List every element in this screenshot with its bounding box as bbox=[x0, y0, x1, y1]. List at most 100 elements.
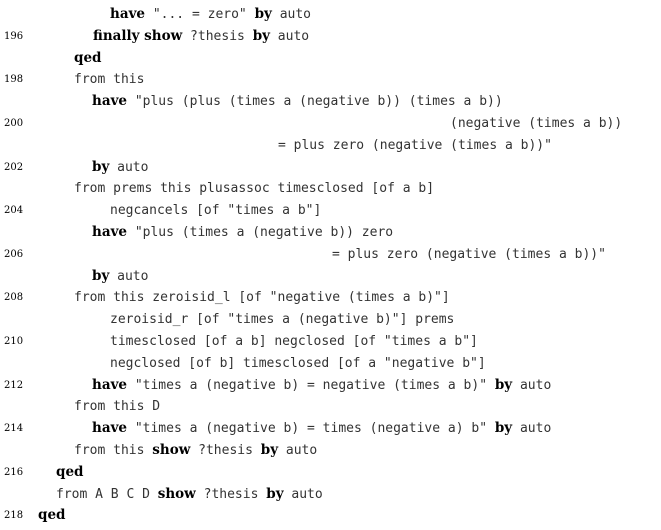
keyword: by bbox=[92, 267, 110, 284]
keyword: qed bbox=[74, 49, 102, 66]
code-token: "... = zero" bbox=[145, 7, 255, 22]
code-token: auto bbox=[512, 377, 552, 393]
code-token: = plus zero (negative (times a b))" bbox=[278, 137, 552, 153]
code-line: 212 have "times a (negative b) = negative… bbox=[0, 375, 661, 397]
keyword: qed bbox=[38, 507, 66, 524]
code-line: from this D bbox=[0, 396, 661, 418]
keyword: by bbox=[260, 441, 279, 458]
line-number: 206 bbox=[4, 248, 24, 260]
keyword: by bbox=[252, 27, 270, 44]
line-number: 214 bbox=[4, 423, 24, 435]
keyword: have bbox=[92, 420, 127, 437]
code-text: zeroisid_r [of "times a (negative b)"] p… bbox=[110, 309, 454, 331]
code-line: by auto bbox=[0, 266, 661, 288]
code-line: 196 finally show ?thesis by auto bbox=[0, 26, 661, 48]
code-line: = plus zero (negative (times a b))" bbox=[0, 135, 661, 157]
code-text: (negative (times a b)) bbox=[450, 113, 622, 135]
code-token: timesclosed [of a b] negclosed [of "time… bbox=[110, 333, 478, 349]
code-line: 210 timesclosed [of a b] negclosed [of "t… bbox=[0, 331, 661, 353]
code-text: qed bbox=[74, 48, 101, 70]
code-token: auto bbox=[283, 486, 323, 502]
code-text: by auto bbox=[92, 157, 148, 179]
line-number: 208 bbox=[4, 292, 24, 304]
code-token: "times a (negative b) = negative (times … bbox=[127, 377, 495, 393]
keyword: show bbox=[152, 441, 191, 458]
code-token: auto bbox=[271, 7, 312, 22]
code-token: negcancels [of "times a b"] bbox=[110, 203, 322, 219]
code-text: from this zeroisid_l [of "negative (time… bbox=[74, 287, 450, 309]
code-line: 214 have "times a (negative b) = times (n… bbox=[0, 418, 661, 440]
code-token: from this bbox=[74, 72, 145, 88]
code-line: 218 qed bbox=[0, 505, 661, 527]
code-text: have "... = zero" by auto bbox=[110, 4, 311, 26]
keyword: have bbox=[92, 376, 127, 393]
code-text: have "times a (negative b) = negative (t… bbox=[92, 375, 551, 397]
keyword: by bbox=[254, 6, 272, 22]
code-token: zeroisid_r [of "times a (negative b)"] p… bbox=[110, 312, 455, 328]
code-line: have "plus (plus (times a (negative b)) … bbox=[0, 91, 661, 113]
code-text: have "times a (negative b) = times (nega… bbox=[92, 418, 551, 440]
code-token: from prems this plusassoc timesclosed [o… bbox=[74, 181, 435, 197]
keyword: have bbox=[110, 6, 145, 22]
code-text: by auto bbox=[92, 266, 148, 288]
code-line: 206 = plus zero (negative (times a b))" bbox=[0, 244, 661, 266]
code-line: from this show ?thesis by auto bbox=[0, 440, 661, 462]
code-token: auto bbox=[512, 421, 552, 437]
code-line: have "plus (times a (negative b)) zero bbox=[0, 222, 661, 244]
code-token: ?thesis bbox=[182, 28, 253, 44]
code-line: from A B C D show ?thesis by auto bbox=[0, 484, 661, 506]
code-token: "plus (times a (negative b)) zero bbox=[127, 224, 394, 240]
code-token: ?thesis bbox=[190, 442, 261, 458]
code-line: from prems this plusassoc timesclosed [o… bbox=[0, 178, 661, 200]
code-token: auto bbox=[109, 159, 149, 175]
code-line: 198 from this bbox=[0, 69, 661, 91]
code-token: negclosed [of b] timesclosed [of a "nega… bbox=[110, 355, 486, 371]
code-token: from this D bbox=[74, 399, 161, 415]
code-token: from A B C D bbox=[56, 486, 158, 502]
code-line: negclosed [of b] timesclosed [of a "nega… bbox=[0, 353, 661, 375]
code-text: = plus zero (negative (times a b))" bbox=[278, 135, 552, 157]
code-line: 204 negcancels [of "times a b"] bbox=[0, 200, 661, 222]
line-number: 202 bbox=[4, 161, 24, 173]
line-number: 204 bbox=[4, 205, 24, 217]
code-text: finally show ?thesis by auto bbox=[93, 26, 309, 48]
line-number: 210 bbox=[4, 335, 24, 347]
code-token: auto bbox=[269, 28, 310, 44]
line-number: 216 bbox=[4, 466, 24, 478]
line-number: 196 bbox=[4, 30, 24, 42]
code-text: from this bbox=[74, 69, 144, 91]
code-text: = plus zero (negative (times a b))" bbox=[332, 244, 606, 266]
code-text: from this show ?thesis by auto bbox=[74, 440, 317, 462]
keyword: qed bbox=[56, 463, 84, 480]
code-text: timesclosed [of a b] negclosed [of "time… bbox=[110, 331, 478, 353]
code-line: have "... = zero" by auto bbox=[0, 4, 661, 26]
keyword: by bbox=[266, 485, 284, 502]
code-line: 202 by auto bbox=[0, 157, 661, 179]
keyword: by bbox=[92, 158, 110, 175]
keyword: finally show bbox=[93, 27, 183, 44]
line-number: 200 bbox=[4, 117, 24, 129]
code-token: "times a (negative b) = times (negative … bbox=[127, 421, 495, 437]
code-text: negclosed [of b] timesclosed [of a "nega… bbox=[110, 353, 486, 375]
code-line: 216 qed bbox=[0, 462, 661, 484]
code-text: qed bbox=[56, 462, 83, 484]
code-text: from this D bbox=[74, 396, 160, 418]
code-token: = plus zero (negative (times a b))" bbox=[332, 246, 606, 262]
code-text: negcancels [of "times a b"] bbox=[110, 200, 321, 222]
code-text: have "plus (times a (negative b)) zero bbox=[92, 222, 393, 244]
code-token: auto bbox=[109, 268, 149, 284]
code-listing: have "... = zero" by auto 196 finally show… bbox=[0, 4, 661, 527]
keyword: have bbox=[92, 93, 127, 110]
code-text: have "plus (plus (times a (negative b)) … bbox=[92, 91, 503, 113]
code-token: ?thesis bbox=[195, 486, 267, 502]
code-line: 208 from this zeroisid_l [of "negative (t… bbox=[0, 287, 661, 309]
code-text: from prems this plusassoc timesclosed [o… bbox=[74, 178, 434, 200]
code-token: from this bbox=[74, 442, 153, 458]
code-text: qed bbox=[38, 505, 65, 527]
code-token: auto bbox=[278, 442, 318, 458]
line-number: 218 bbox=[4, 510, 24, 522]
code-line: 200 (negative (times a b)) bbox=[0, 113, 661, 135]
code-text: from A B C D show ?thesis by auto bbox=[56, 484, 323, 506]
keyword: have bbox=[92, 223, 127, 240]
code-token: from this zeroisid_l [of "negative (time… bbox=[74, 290, 450, 306]
